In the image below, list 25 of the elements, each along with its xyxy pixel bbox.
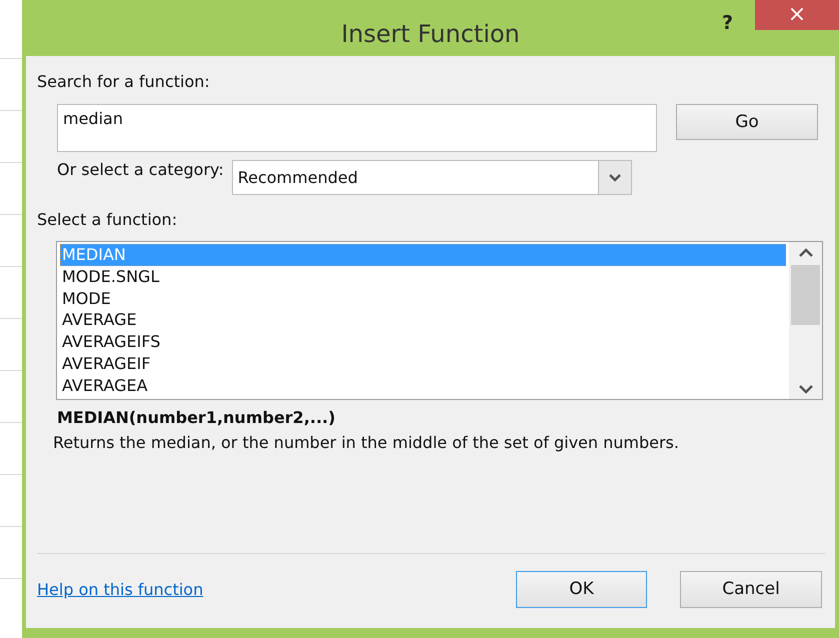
ok-button[interactable]: OK (516, 570, 647, 608)
function-item[interactable]: MODE.SNGL (60, 266, 786, 288)
go-button[interactable]: Go (676, 104, 818, 140)
search-label: Search for a function: (37, 72, 210, 91)
close-button[interactable]: × (755, 0, 839, 30)
function-item[interactable]: AVERAGEIFS (60, 331, 786, 353)
scroll-down-icon[interactable] (798, 385, 812, 394)
function-item[interactable]: AVERAGEA (60, 374, 786, 397)
function-item[interactable]: MODE (60, 288, 786, 310)
help-link[interactable]: Help on this function (37, 580, 204, 598)
chevron-down-icon (608, 174, 621, 182)
help-button[interactable]: ? (718, 12, 737, 34)
window-title: Insert Function (341, 20, 520, 48)
category-dropdown[interactable]: Recommended (232, 160, 632, 195)
cancel-button[interactable]: Cancel (680, 570, 822, 608)
search-field[interactable]: median (57, 104, 657, 152)
function-item[interactable]: AVERAGEIF (60, 352, 786, 375)
category-label: Or select a category: (57, 160, 224, 179)
scrollbar[interactable] (789, 242, 822, 399)
function-list-label: Select a function: (37, 210, 178, 229)
function-signature: MEDIAN(number1,number2,...) (57, 408, 336, 427)
function-item[interactable]: AVERAGE (60, 309, 786, 332)
scrollbar-thumb[interactable] (791, 265, 820, 325)
function-description: Returns the median, or the number in the middle of the set of given numbers. (53, 433, 679, 452)
scroll-up-icon[interactable] (798, 248, 812, 257)
